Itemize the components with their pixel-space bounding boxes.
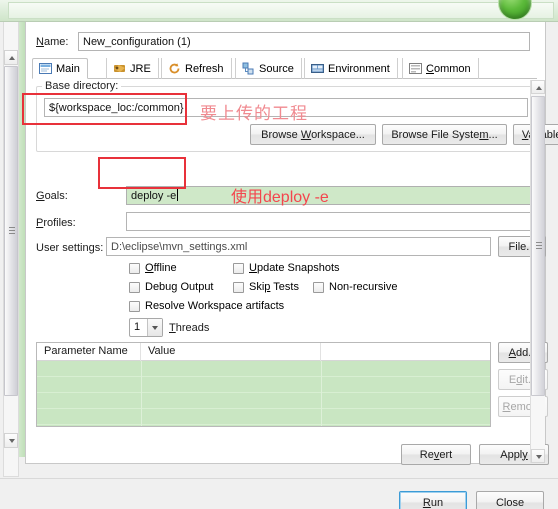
table-row[interactable]	[37, 361, 490, 377]
main-tab-icon	[39, 62, 52, 75]
name-row: Name: New_configuration (1)	[36, 32, 536, 52]
checkbox-box-icon	[129, 262, 140, 274]
annotation-base-directory: 要上传的工程	[200, 104, 308, 123]
threads-label: Threads	[169, 321, 210, 334]
panel-vertical-scrollbar[interactable]	[530, 80, 545, 463]
annotation-goals: 使用deploy -e	[231, 189, 329, 206]
threads-row: 1 Threads	[129, 318, 209, 337]
column-header-parameter-name[interactable]: Parameter Name	[37, 343, 141, 361]
user-settings-label: User settings:	[36, 242, 104, 254]
parameters-table[interactable]: Parameter Name Value	[36, 342, 491, 427]
revert-button[interactable]: Revert	[401, 444, 471, 465]
offline-checkbox[interactable]: Offline	[129, 262, 177, 274]
browse-file-system-button[interactable]: Browse File System...	[382, 124, 507, 145]
tab-label: Refresh	[185, 62, 224, 75]
checkbox-box-icon	[129, 281, 140, 293]
tab-label: Source	[259, 62, 294, 75]
column-header-extra[interactable]	[321, 343, 490, 361]
common-tab-icon	[409, 62, 422, 75]
tab-jre[interactable]: JRE	[106, 58, 159, 79]
configuration-panel: Name: New_configuration (1) Main JRE Ref…	[25, 22, 558, 465]
title-strip-inner	[8, 2, 554, 19]
checkbox-label: Non-recursive	[329, 281, 398, 293]
goals-input[interactable]: deploy -e	[126, 186, 536, 205]
source-tab-icon	[242, 62, 255, 75]
resolve-workspace-artifacts-checkbox[interactable]: Resolve Workspace artifacts	[129, 300, 284, 312]
configuration-name-input[interactable]: New_configuration (1)	[78, 32, 530, 51]
panel-scroll-up-icon[interactable]	[531, 80, 545, 94]
profiles-input[interactable]	[126, 212, 536, 231]
dialog-body: Name: New_configuration (1) Main JRE Ref…	[0, 22, 558, 509]
tab-common[interactable]: Common	[402, 58, 479, 79]
checkbox-label: Resolve Workspace artifacts	[145, 300, 285, 312]
checkbox-label: Skip Tests	[249, 281, 299, 293]
footer-buttons: Run Close	[399, 491, 544, 509]
table-body[interactable]	[37, 361, 490, 426]
window-title-strip	[0, 0, 558, 22]
checkbox-label: Update Snapshots	[249, 262, 340, 274]
window-vertical-scrollbar[interactable]	[3, 22, 19, 477]
column-header-value[interactable]: Value	[141, 343, 321, 361]
checkbox-box-icon	[129, 300, 140, 312]
chevron-down-icon[interactable]	[147, 319, 162, 336]
tab-label: JRE	[130, 62, 151, 75]
tab-label: Main	[56, 62, 80, 75]
browse-workspace-button[interactable]: Browse Workspace...	[250, 124, 376, 145]
checkbox-label: Offline	[145, 262, 177, 274]
close-button[interactable]: Close	[476, 491, 544, 509]
refresh-tab-icon	[168, 62, 181, 75]
tab-refresh[interactable]: Refresh	[161, 58, 232, 79]
screen-root: Name: New_configuration (1) Main JRE Ref…	[0, 0, 558, 509]
tab-bar: Main JRE Refresh Source Environment Comm…	[32, 58, 537, 79]
profiles-label: Profiles:	[36, 217, 76, 229]
jre-tab-icon	[113, 62, 126, 75]
threads-spinner[interactable]: 1	[129, 318, 163, 337]
scroll-down-arrow-icon[interactable]	[4, 433, 18, 448]
table-row[interactable]	[37, 377, 490, 393]
debug-output-checkbox[interactable]: Debug Output	[129, 281, 214, 293]
revert-apply-row: Revert Apply	[401, 444, 549, 465]
update-snapshots-checkbox[interactable]: Update Snapshots	[233, 262, 340, 274]
name-label: Name:	[36, 36, 69, 48]
scrollbar-thumb[interactable]	[4, 66, 18, 396]
scroll-up-arrow-icon[interactable]	[4, 50, 18, 65]
checkbox-box-icon	[233, 281, 244, 293]
goals-label: Goals:	[36, 190, 68, 202]
environment-tab-icon	[311, 62, 324, 75]
user-settings-input[interactable]: D:\eclipse\mvn_settings.xml	[106, 237, 491, 256]
table-row[interactable]	[37, 393, 490, 409]
checkbox-box-icon	[233, 262, 244, 274]
tab-source[interactable]: Source	[235, 58, 302, 79]
tab-label: Environment	[328, 62, 390, 75]
non-recursive-checkbox[interactable]: Non-recursive	[313, 281, 397, 293]
checkbox-box-icon	[313, 281, 324, 293]
tab-environment[interactable]: Environment	[304, 58, 398, 79]
panel-scroll-down-icon[interactable]	[531, 449, 545, 463]
skip-tests-checkbox[interactable]: Skip Tests	[233, 281, 299, 293]
table-header-row: Parameter Name Value	[37, 343, 490, 361]
checkbox-label: Debug Output	[145, 281, 214, 293]
tab-main[interactable]: Main	[32, 58, 88, 79]
panel-scrollbar-thumb[interactable]	[531, 96, 545, 396]
footer-separator	[0, 478, 558, 479]
base-directory-buttons: Browse Workspace... Browse File System..…	[44, 124, 558, 146]
run-button[interactable]: Run	[399, 491, 467, 509]
threads-value: 1	[134, 321, 141, 333]
tab-label: Common	[426, 62, 471, 75]
base-directory-label: Base directory:	[42, 80, 122, 92]
table-row[interactable]	[37, 409, 490, 425]
